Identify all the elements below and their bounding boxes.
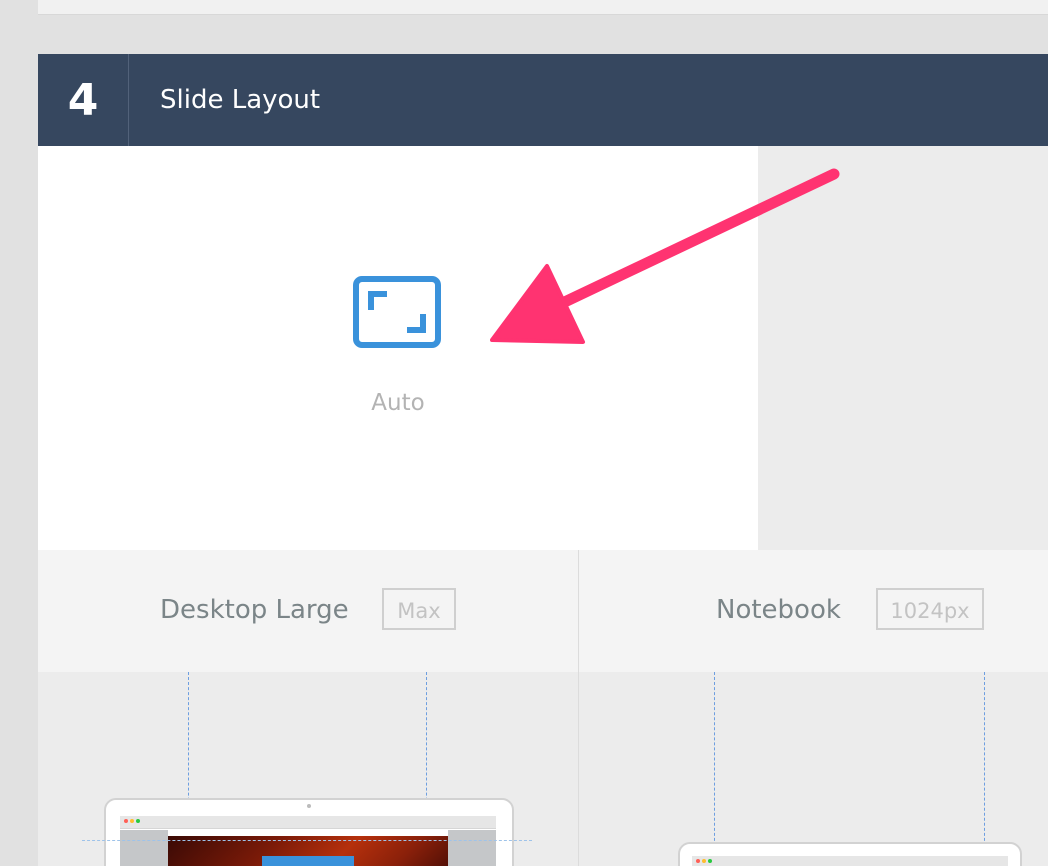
layout-options-panel: Auto [38,146,758,550]
device-preview-divider [578,672,579,866]
browser-bar [120,816,496,829]
page: 4 Slide Layout Auto Desktop Large Max No… [0,0,1048,866]
section-title: Slide Layout [160,85,321,115]
device-name-desktop-large: Desktop Large [160,595,349,625]
guide-line [984,672,985,866]
previous-section-panel [38,0,1048,15]
screen-side-left [120,830,168,866]
layout-option-label: Auto [371,390,425,416]
layout-options-empty-area [758,146,1048,550]
notebook-preview [678,842,1022,866]
screen-side-right [448,830,496,866]
device-badge-1024px: 1024px [876,588,984,630]
device-headers: Desktop Large Max Notebook 1024px [38,550,1048,866]
browser-dot [124,819,128,823]
auto-size-icon [353,276,441,348]
browser-dot [702,859,706,863]
browser-dot [136,819,140,823]
browser-dot [708,859,712,863]
device-name-notebook: Notebook [716,595,841,625]
step-number: 4 [67,74,99,126]
browser-bar [692,856,1008,866]
layout-option-auto[interactable]: Auto [348,272,448,422]
device-badge-max: Max [382,588,456,630]
horizontal-guide-line [82,840,532,841]
header-divider [128,54,129,146]
desktop-large-preview [104,798,514,866]
browser-dot [130,819,134,823]
guide-line [714,672,715,866]
slide-button-preview [262,856,354,866]
laptop-camera [307,804,311,808]
section-header: 4 Slide Layout [38,54,1048,146]
browser-dot [696,859,700,863]
device-previews [38,672,1048,866]
